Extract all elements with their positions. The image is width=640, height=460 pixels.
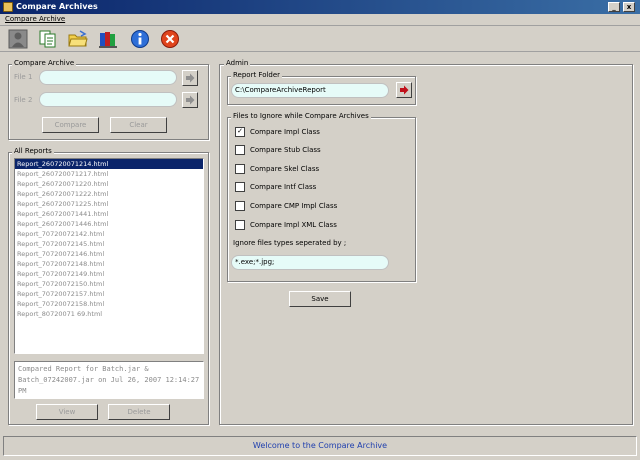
close-window-button[interactable]: x — [623, 2, 635, 12]
clear-button[interactable]: Clear — [110, 117, 167, 133]
list-item[interactable]: Report_260720071441.html — [15, 209, 203, 219]
checkbox-box[interactable] — [235, 145, 245, 155]
arrow-right-icon — [186, 73, 195, 83]
minimize-button[interactable]: _ — [608, 2, 620, 12]
list-item[interactable]: Report_70720072157.html — [15, 289, 203, 299]
checkbox-impl-class[interactable]: ✓ Compare Impl Class — [235, 127, 320, 137]
toolbar — [0, 26, 640, 52]
file1-label: File 1 — [14, 73, 33, 81]
report-folder-legend: Report Folder — [231, 71, 283, 79]
checkbox-label: Compare CMP Impl Class — [250, 202, 338, 210]
checkbox-skel-class[interactable]: Compare Skel Class — [235, 164, 319, 174]
app-icon — [3, 2, 13, 12]
checkbox-label: Compare Impl Class — [250, 128, 320, 136]
user-button[interactable] — [6, 28, 30, 50]
checkbox-label: Compare Impl XML Class — [250, 221, 337, 229]
open-folder-button[interactable] — [66, 28, 90, 50]
report-folder-browse-button[interactable] — [396, 82, 412, 98]
compare-archive-legend: Compare Archive — [12, 59, 77, 67]
exit-icon — [161, 30, 179, 48]
checkbox-cmp-impl-class[interactable]: Compare CMP Impl Class — [235, 201, 337, 211]
list-item[interactable]: Report_70720072148.html — [15, 259, 203, 269]
open-folder-icon — [68, 30, 88, 47]
checkbox-intf-class[interactable]: Compare Intf Class — [235, 182, 316, 192]
list-item[interactable]: Report_80720071 69.html — [15, 309, 203, 319]
list-item[interactable]: Report_70720072146.html — [15, 249, 203, 259]
checkbox-label: Compare Intf Class — [250, 183, 317, 191]
checkbox-box[interactable]: ✓ — [235, 127, 245, 137]
file2-label: File 2 — [14, 96, 33, 104]
list-item[interactable]: Report_70720072142.html — [15, 229, 203, 239]
compare-button[interactable]: Compare — [42, 117, 99, 133]
checkbox-box[interactable] — [235, 220, 245, 230]
view-button[interactable]: View — [36, 404, 98, 420]
file1-input[interactable] — [39, 70, 177, 85]
delete-button[interactable]: Delete — [108, 404, 170, 420]
books-icon — [99, 32, 117, 48]
checkbox-box[interactable] — [235, 182, 245, 192]
file2-browse-button[interactable] — [182, 92, 198, 108]
exit-button[interactable] — [158, 28, 182, 50]
info-button[interactable] — [128, 28, 152, 50]
file1-browse-button[interactable] — [182, 70, 198, 86]
checkbox-box[interactable] — [235, 201, 245, 211]
copy-documents-icon — [39, 30, 56, 48]
reports-list[interactable]: Report_260720071214.html Report_26072007… — [14, 158, 204, 354]
report-folder-input[interactable]: C:\CompareArchiveReport — [231, 83, 389, 98]
list-item[interactable]: Report_260720071222.html — [15, 189, 203, 199]
checkbox-stub-class[interactable]: Compare Stub Class — [235, 145, 321, 155]
ignore-types-input[interactable]: *.exe;*.jpg; — [231, 255, 389, 270]
checkbox-impl-xml-class[interactable]: Compare Impl XML Class — [235, 220, 337, 230]
all-reports-legend: All Reports — [12, 147, 54, 155]
arrow-right-icon — [400, 85, 409, 95]
info-icon — [131, 30, 149, 48]
user-icon — [8, 29, 28, 49]
list-item[interactable]: Report_260720071220.html — [15, 179, 203, 189]
window-title: Compare Archives — [16, 2, 98, 11]
checkbox-box[interactable] — [235, 164, 245, 174]
save-button[interactable]: Save — [289, 291, 351, 307]
menu-compare-archive[interactable]: Compare Archive — [5, 15, 65, 23]
list-item[interactable]: Report_260720071446.html — [15, 219, 203, 229]
books-button[interactable] — [96, 28, 120, 50]
arrow-right-icon — [186, 95, 195, 105]
admin-legend: Admin — [224, 59, 251, 67]
report-details-text[interactable]: Compared Report for Batch.jar & Batch_07… — [14, 361, 204, 399]
title-bar: Compare Archives _ x — [0, 0, 640, 14]
list-item[interactable]: Report_260720071214.html — [15, 159, 203, 169]
checkbox-label: Compare Skel Class — [250, 165, 320, 173]
file2-input[interactable] — [39, 92, 177, 107]
ignore-types-label: Ignore files types seperated by ; — [233, 239, 347, 247]
copy-documents-button[interactable] — [36, 28, 60, 50]
list-item[interactable]: Report_70720072158.html — [15, 299, 203, 309]
menu-bar: Compare Archive — [0, 14, 640, 26]
checkbox-label: Compare Stub Class — [250, 146, 321, 154]
list-item[interactable]: Report_260720071217.html — [15, 169, 203, 179]
list-item[interactable]: Report_70720072149.html — [15, 269, 203, 279]
list-item[interactable]: Report_70720072145.html — [15, 239, 203, 249]
status-bar: Welcome to the Compare Archive — [3, 436, 637, 456]
ignore-files-legend: Files to Ignore while Compare Archives — [231, 112, 371, 120]
list-item[interactable]: Report_260720071225.html — [15, 199, 203, 209]
list-item[interactable]: Report_70720072150.html — [15, 279, 203, 289]
